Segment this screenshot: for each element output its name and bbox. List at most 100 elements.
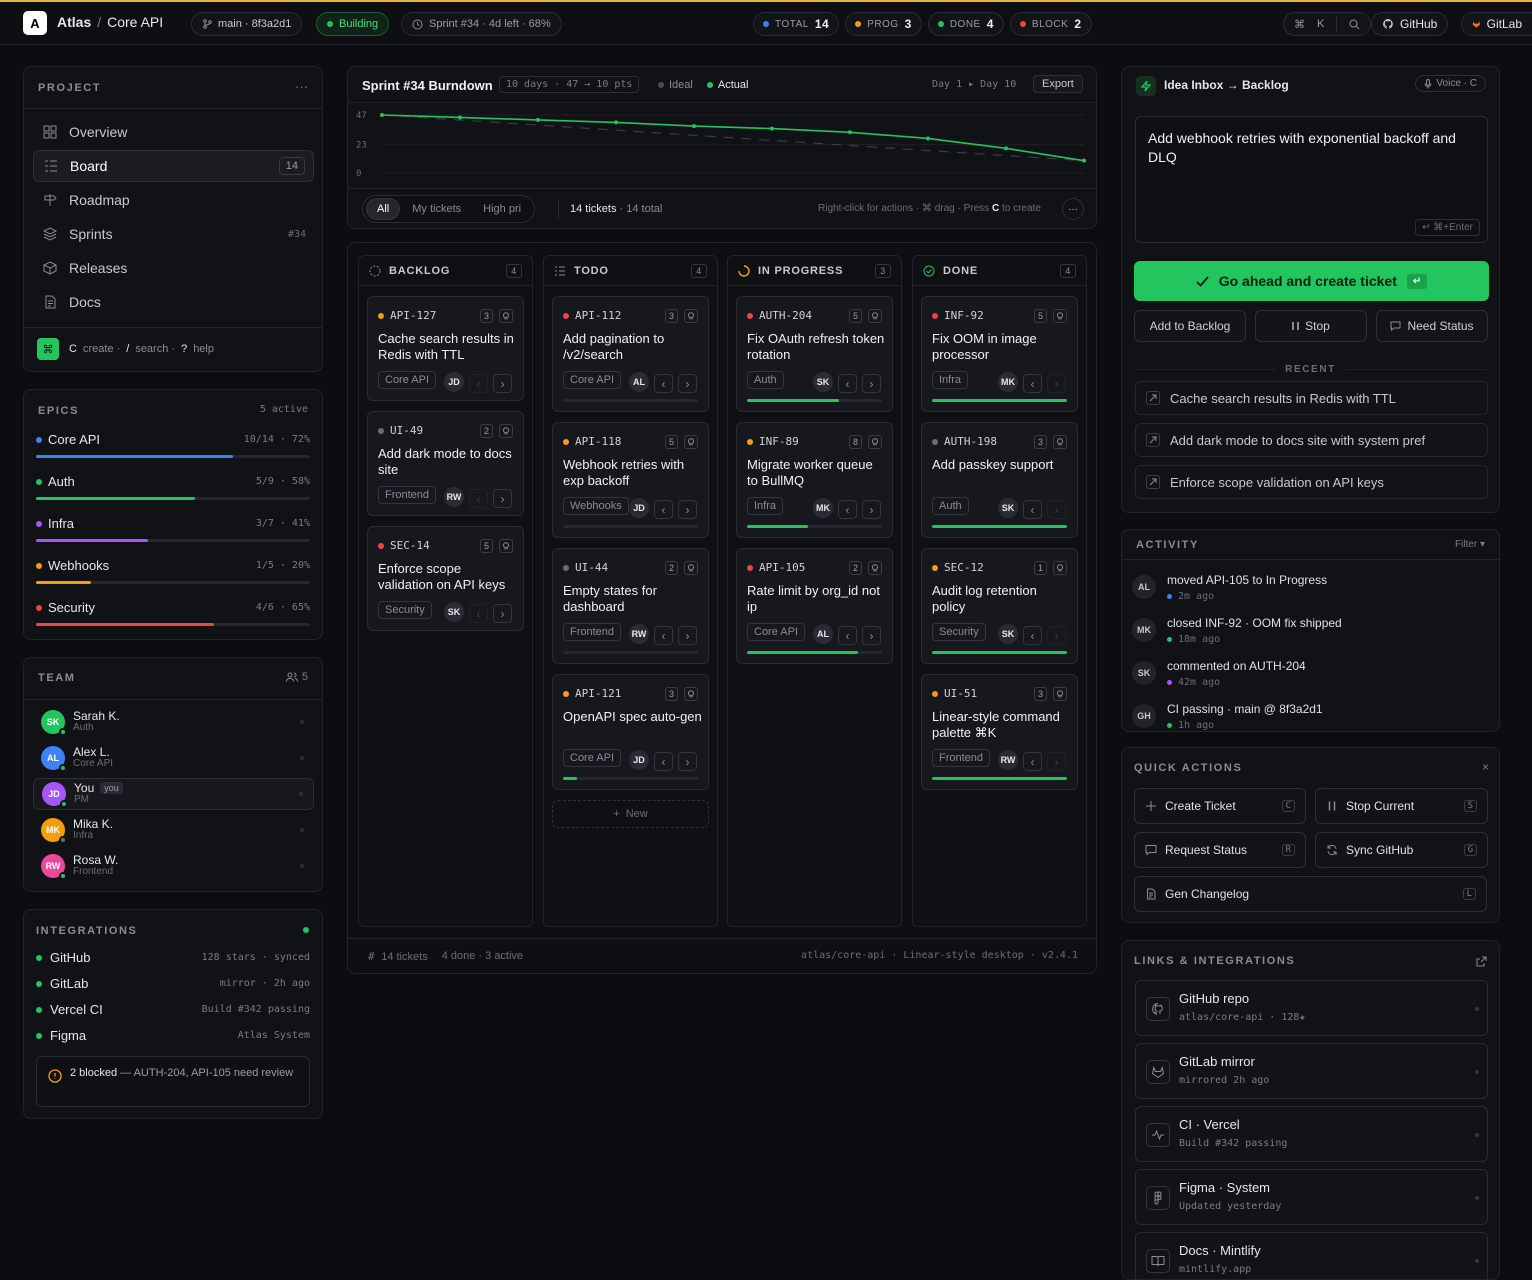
team-member-jd[interactable]: JD You you PM [33,778,314,810]
link-docs-mintlify[interactable]: Docs · Mintlify mintlify.app [1135,1232,1488,1279]
link-github-repo[interactable]: GitHub repo atlas/core-api · 128★ [1135,980,1488,1036]
sync-github-action[interactable]: Sync GitHub G [1315,832,1488,868]
stat-total-pill[interactable]: TOTAL 14 [753,12,840,36]
integration-github[interactable]: GitHub 128 stars · synced [36,950,310,965]
build-status-pill[interactable]: Building [316,12,390,36]
app-name[interactable]: Atlas [57,14,91,30]
github-link-icon[interactable] [1053,435,1067,449]
epic-webhooks[interactable]: Webhooks 1/5 · 20% [36,558,310,584]
move-left-button[interactable]: ‹ [654,626,673,645]
move-right-button[interactable]: › [678,500,697,519]
move-left-button[interactable]: ‹ [838,374,857,393]
actual-point[interactable] [770,126,774,131]
move-left-button[interactable]: ‹ [1023,626,1042,645]
activity-filter-button[interactable]: Filter ▾ [1455,539,1485,550]
filter-my-tickets[interactable]: My tickets [402,199,471,219]
link-ci-vercel[interactable]: CI · Vercel Build #342 passing [1135,1106,1488,1162]
epic-security[interactable]: Security 4/6 · 65% [36,600,310,626]
move-left-button[interactable]: ‹ [838,626,857,645]
new-ticket-button[interactable]: + New [552,800,709,828]
epic-infra[interactable]: Infra 3/7 · 41% [36,516,310,542]
stat-block-pill[interactable]: BLOCK 2 [1009,12,1092,36]
project-more-button[interactable]: ··· [295,79,308,94]
activity-item[interactable]: GH CI passing · main @ 8f3a2d1 1h ago [1132,699,1492,731]
ticket-card[interactable]: SEC-14 5 Enforce scope validation on API k… [367,526,524,631]
recent-idea-item[interactable]: Enforce scope validation on API keys [1135,465,1488,499]
activity-item[interactable]: AL moved API-105 to In Progress 2m ago [1132,570,1492,610]
gitlab-button[interactable]: GitLab [1461,12,1532,36]
github-link-icon[interactable] [868,309,882,323]
idea-textarea[interactable]: Add webhook retries with exponential bac… [1135,116,1488,243]
external-link-icon[interactable] [1476,956,1487,967]
ticket-card[interactable]: API-112 3 Add pagination to /v2/search Core… [552,296,709,412]
project-name[interactable]: Core API [107,14,163,30]
move-left-button[interactable]: ‹ [654,500,673,519]
nav-board[interactable]: Board 14 [33,150,314,182]
github-link-icon[interactable] [684,687,698,701]
link-gitlab-mirror[interactable]: GitLab mirror mirrored 2h ago [1135,1043,1488,1099]
github-link-icon[interactable] [684,561,698,575]
recent-idea-item[interactable]: Cache search results in Redis with TTL [1135,381,1488,415]
command-search-pill[interactable]: ⌘ K [1283,12,1372,36]
nav-roadmap[interactable]: Roadmap [33,184,314,216]
move-left-button[interactable]: ‹ [654,374,673,393]
nav-overview[interactable]: Overview [33,116,314,148]
move-right-button[interactable]: › [493,489,512,508]
move-left-button[interactable]: ‹ [654,752,673,771]
branch-pill[interactable]: main · 8f3a2d1 [191,12,303,36]
member-menu-dot[interactable] [299,792,303,796]
ticket-card[interactable]: API-121 3 OpenAPI spec auto-gen Core API JD ‹… [552,674,709,790]
add-to-backlog-button[interactable]: Add to Backlog [1134,310,1246,342]
create-ticket-button[interactable]: Go ahead and create ticket ↵ [1134,261,1489,301]
member-menu-dot[interactable] [300,756,304,760]
github-link-icon[interactable] [499,309,513,323]
github-link-icon[interactable] [868,435,882,449]
move-right-button[interactable]: › [862,374,881,393]
move-right-button[interactable]: › [862,500,881,519]
stat-done-pill[interactable]: DONE 4 [927,12,1004,36]
github-link-icon[interactable] [1053,309,1067,323]
ticket-card[interactable]: UI-51 3 Linear-style command palette ⌘K Fro… [921,674,1078,790]
epic-auth[interactable]: Auth 5/9 · 58% [36,474,310,500]
sprint-pill[interactable]: Sprint #34 · 4d left · 68% [401,12,562,36]
move-right-button[interactable]: › [862,626,881,645]
actual-point[interactable] [536,117,540,122]
quick-actions-close-button[interactable]: × [1482,760,1489,774]
create-ticket-action[interactable]: Create Ticket C [1134,788,1306,824]
ticket-card[interactable]: AUTH-198 3 Add passkey support Auth SK ‹ › [921,422,1078,538]
integration-figma[interactable]: Figma Atlas System [36,1028,310,1043]
team-member-sk[interactable]: SK Sarah K. Auth [33,706,314,738]
move-right-button[interactable]: › [493,604,512,623]
voice-button[interactable]: Voice · C [1415,75,1486,92]
actual-point[interactable] [1004,146,1008,151]
github-link-icon[interactable] [499,539,513,553]
move-right-button[interactable]: › [1047,500,1066,519]
github-link-icon[interactable] [1053,561,1067,575]
board-more-button[interactable]: ··· [1062,198,1084,220]
export-button[interactable]: Export [1033,75,1083,93]
member-menu-dot[interactable] [300,864,304,868]
app-logo[interactable]: A [23,11,47,35]
ticket-card[interactable]: SEC-12 1 Audit log retention policy Securit… [921,548,1078,664]
actual-point[interactable] [380,113,384,117]
nav-releases[interactable]: Releases [33,252,314,284]
ticket-card[interactable]: API-127 3 Cache search results in Redis wi… [367,296,524,401]
member-menu-dot[interactable] [300,720,304,724]
need-status-button[interactable]: Need Status [1376,310,1488,342]
member-menu-dot[interactable] [300,828,304,832]
actual-point[interactable] [614,120,618,125]
stat-prog-pill[interactable]: PROG 3 [845,12,922,36]
actual-point[interactable] [1082,158,1086,163]
github-link-icon[interactable] [1053,687,1067,701]
actual-point[interactable] [848,130,852,135]
github-link-icon[interactable] [499,424,513,438]
stop-button[interactable]: Stop [1255,310,1367,342]
actual-point[interactable] [692,124,696,129]
move-right-button[interactable]: › [678,752,697,771]
team-member-mk[interactable]: MK Mika K. Infra [33,814,314,846]
move-right-button[interactable]: › [1047,374,1066,393]
activity-item[interactable]: SK commented on AUTH-204 42m ago [1132,656,1492,696]
move-right-button[interactable]: › [1047,752,1066,771]
actual-point[interactable] [926,136,930,141]
move-left-button[interactable]: ‹ [838,500,857,519]
